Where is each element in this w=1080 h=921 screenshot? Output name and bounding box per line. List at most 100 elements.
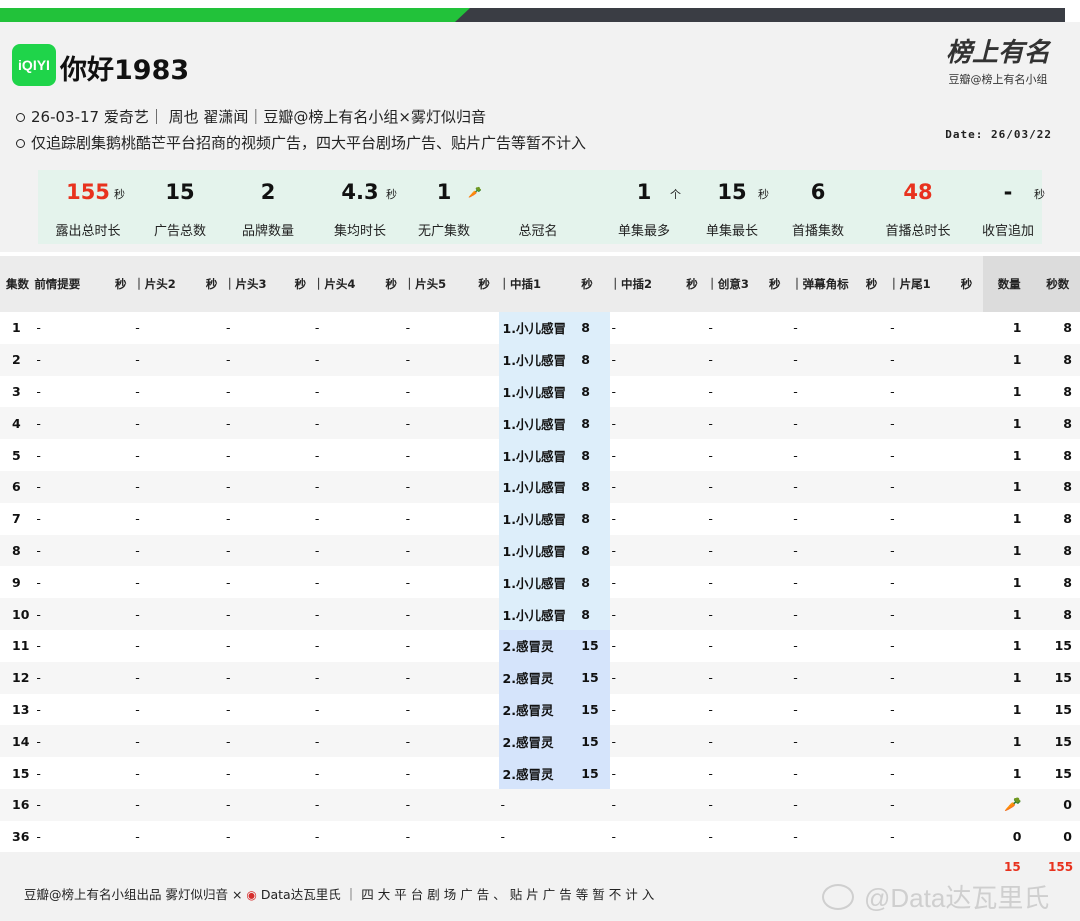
empty-cell: - [312,312,386,344]
seconds-cell [294,629,313,662]
seconds-cell [768,470,792,503]
empty-cell: - [224,661,295,694]
stat-item: 2 品牌数量 [218,170,318,244]
ad-seconds: 8 [1035,470,1080,503]
empty-cell: - [791,343,866,376]
seconds-cell [385,757,404,789]
episode-number: 5 [0,439,35,471]
ad-seconds: 15 [1035,757,1080,789]
empty-cell: - [791,661,866,694]
empty-cell: - [706,375,769,408]
seconds-cell [205,725,225,758]
seconds-cell [865,693,889,726]
seconds-cell [294,534,313,567]
empty-cell: - [133,375,206,408]
column-header: 集数 [0,256,35,312]
ad-count: 1 [982,470,1036,503]
empty-cell: - [791,375,866,408]
stat-label: 无广集数 [417,224,470,239]
seconds-cell [960,534,983,567]
empty-cell: - [312,439,386,471]
seconds-cell [768,629,792,662]
empty-cell: - [609,566,687,599]
ad-count: 0 [982,820,1036,853]
seconds-cell [686,598,707,630]
stat-value: 2 [260,180,276,204]
ad-seconds: 8 [1035,375,1080,408]
seconds-cell [478,788,499,821]
empty-cell: - [34,470,116,503]
seconds-cell [115,470,134,503]
seconds-cell [205,470,225,503]
brand-block: 榜上有名 豆瓣@榜上有名小组 [946,32,1050,87]
seconds-cell [385,502,404,535]
stat-label: 单集最长 [705,224,758,239]
mid-ad-seconds: 8 [581,343,610,376]
empty-cell: - [133,343,206,376]
mid-ad-seconds: 15 [581,757,610,789]
seconds-cell [385,788,404,821]
mid-ad-name: 2.感冒灵 [498,757,582,789]
mid-ad-name: 2.感冒灵 [498,629,582,662]
stat-label: 单集最多 [617,224,670,239]
total-count: 15 [1004,860,1021,874]
empty-cell: - [224,343,295,376]
seconds-cell [686,566,707,599]
column-header: ｜中插1 [498,256,582,312]
stat-unit: 秒 [1034,188,1045,201]
page-title: 你好1983 [60,55,190,86]
empty-cell: - [34,693,116,726]
seconds-cell [478,534,499,567]
weibo-watermark-icon [822,884,854,910]
empty-cell: - [706,788,769,821]
ad-seconds: 8 [1035,439,1080,471]
empty-cell: - [312,788,386,821]
column-header: 秒 [960,256,983,312]
seconds-cell [768,343,792,376]
seconds-cell [960,407,983,440]
bullet-icon [16,113,25,122]
seconds-cell [768,534,792,567]
seconds-cell [294,502,313,535]
table-row: 4- - - - -1.小儿感冒 8- - - -1 8 [0,407,1080,440]
seconds-cell [385,566,404,599]
ad-seconds: 15 [1035,629,1080,662]
empty-cell: - [133,629,206,662]
seconds-cell [865,820,889,853]
episode-number: 6 [0,470,35,503]
episode-number: 8 [0,534,35,567]
seconds-cell [385,693,404,726]
stat-unit: 秒 [114,188,125,201]
mid-ad-name: 1.小儿感冒 [498,343,582,376]
mid-ad-name: 1.小儿感冒 [498,566,582,599]
empty-cell: - [888,820,961,853]
seconds-cell [294,757,313,789]
seconds-cell [768,757,792,789]
seconds-cell [686,312,707,344]
mid-ad-name: 1.小儿感冒 [498,598,582,630]
seconds-cell [294,725,313,758]
seconds-cell [960,693,983,726]
ad-count: 1 [982,757,1036,789]
seconds-cell [478,502,499,535]
seconds-cell [865,534,889,567]
episode-number: 13 [0,693,35,726]
seconds-cell [115,407,134,440]
seconds-cell [768,725,792,758]
seconds-cell [960,598,983,630]
mid-ad-seconds: 8 [581,439,610,471]
empty-cell: - [888,598,961,630]
column-header: 秒 [865,256,889,312]
seconds-cell [478,820,499,853]
empty-cell: - [403,439,479,471]
table-row: 10- - - - -1.小儿感冒 8- - - -1 8 [0,598,1080,630]
seconds-cell [865,566,889,599]
ad-seconds: 15 [1035,693,1080,726]
table-row: 15- - - - -2.感冒灵 15- - - -1 15 [0,757,1080,789]
empty-cell: - [403,598,479,630]
top-color-bar [0,8,1065,22]
seconds-cell [205,502,225,535]
seconds-cell [865,439,889,471]
mid-ad-seconds: 8 [581,375,610,408]
table-row: 8- - - - -1.小儿感冒 8- - - -1 8 [0,534,1080,567]
